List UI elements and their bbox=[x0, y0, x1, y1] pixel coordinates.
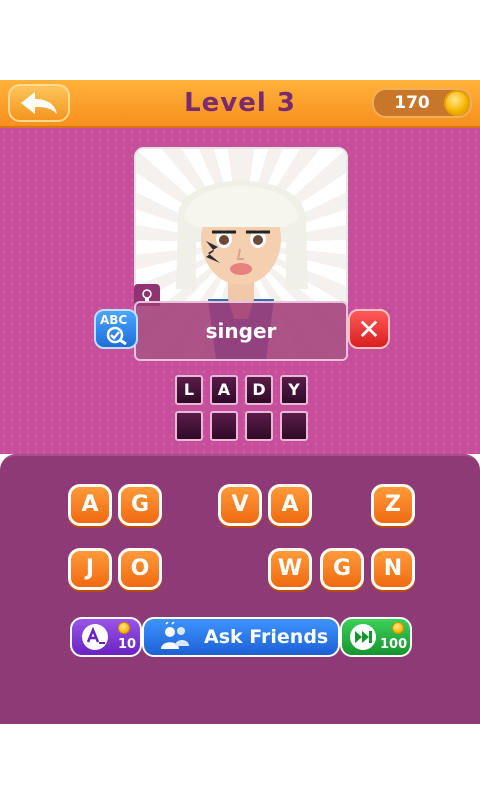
letter-key[interactable]: O bbox=[118, 548, 162, 590]
reveal-letter-icon bbox=[82, 624, 108, 650]
coin-icon bbox=[118, 622, 130, 634]
coin-icon bbox=[444, 90, 470, 116]
ask-friends-label: Ask Friends bbox=[204, 626, 329, 648]
letter-key[interactable]: Z bbox=[371, 484, 415, 526]
skip-level-button[interactable]: 100 bbox=[340, 617, 412, 657]
top-bar: Level 3 170 bbox=[0, 80, 480, 128]
letter-key[interactable]: V bbox=[218, 484, 262, 526]
letter-key[interactable]: J bbox=[68, 548, 112, 590]
answer-slot[interactable]: D bbox=[245, 375, 273, 405]
coin-counter: 170 bbox=[372, 88, 472, 118]
letter-key[interactable]: A bbox=[268, 484, 312, 526]
reveal-letter-button[interactable]: 10 bbox=[70, 617, 142, 657]
skip-icon bbox=[350, 624, 376, 650]
answer-slot[interactable]: L bbox=[175, 375, 203, 405]
letter-key[interactable]: G bbox=[118, 484, 162, 526]
reveal-cost: 10 bbox=[118, 637, 137, 652]
skip-cost: 100 bbox=[380, 637, 408, 652]
hint-text: singer bbox=[205, 319, 277, 343]
coin-icon bbox=[392, 622, 404, 634]
answer-slot[interactable] bbox=[245, 411, 273, 441]
letter-key[interactable]: G bbox=[320, 548, 364, 590]
answer-slot[interactable] bbox=[210, 411, 238, 441]
friends-icon bbox=[161, 622, 189, 649]
letter-key[interactable]: N bbox=[371, 548, 415, 590]
bottom-blank-area bbox=[0, 724, 480, 800]
answer-slot[interactable]: Y bbox=[280, 375, 308, 405]
ask-friends-button[interactable]: Ask Friends bbox=[142, 617, 340, 657]
top-blank-area bbox=[0, 0, 480, 80]
answer-slot[interactable]: A bbox=[210, 375, 238, 405]
close-icon[interactable]: ✕ bbox=[348, 309, 390, 349]
check-letters-button[interactable]: ABC bbox=[94, 309, 138, 349]
hint-panel: singer bbox=[134, 301, 348, 361]
letter-key[interactable]: A bbox=[68, 484, 112, 526]
letter-key[interactable]: W bbox=[268, 548, 312, 590]
abc-check-icon bbox=[106, 326, 127, 345]
answer-slot[interactable] bbox=[175, 411, 203, 441]
answer-slot[interactable] bbox=[280, 411, 308, 441]
coin-count: 170 bbox=[394, 93, 430, 113]
